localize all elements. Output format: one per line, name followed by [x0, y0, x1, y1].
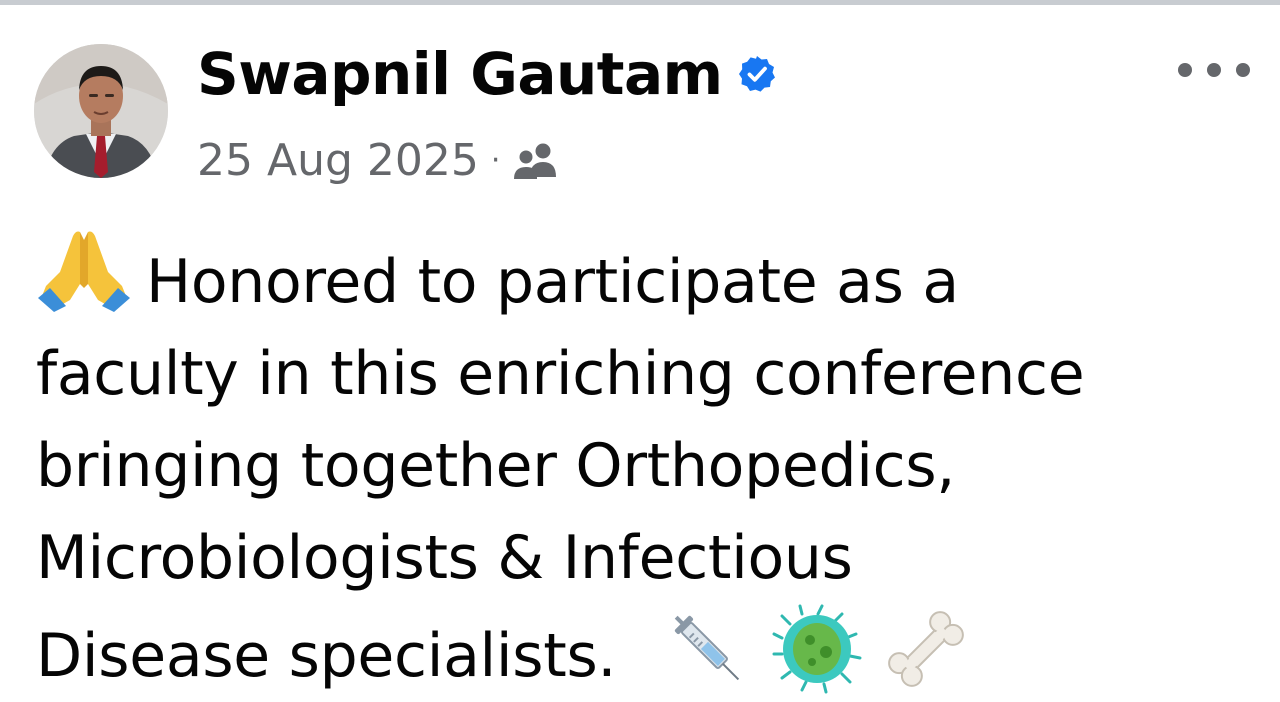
post-line: Microbiologists & Infectious	[36, 523, 853, 593]
more-options-icon[interactable]	[1178, 52, 1250, 88]
post-meta-row: 25 Aug 2025 ·	[197, 130, 564, 192]
post-body: Honored to participate as a faculty in t…	[36, 226, 1266, 702]
post-line: bringing together Orthopedics,	[36, 431, 956, 501]
author-name[interactable]: Swapnil Gautam	[197, 38, 723, 110]
more-dot	[1207, 63, 1221, 77]
syringe-icon	[674, 615, 740, 681]
post-header-name-row: Swapnil Gautam	[197, 38, 777, 110]
microbe-icon	[772, 604, 862, 694]
post-line: Honored to participate as a	[36, 226, 1266, 328]
bone-icon	[887, 611, 964, 687]
friends-audience-icon[interactable]	[512, 141, 564, 181]
profile-photo-icon	[34, 44, 168, 178]
avatar[interactable]	[34, 44, 168, 178]
post-line: faculty in this enriching conference	[36, 339, 1085, 409]
folded-hands-icon	[38, 231, 130, 312]
more-dot	[1178, 63, 1192, 77]
top-divider	[0, 0, 1280, 5]
more-dot	[1236, 63, 1250, 77]
meta-separator: ·	[490, 143, 501, 178]
post-date[interactable]: 25 Aug 2025	[197, 130, 479, 192]
verified-badge-icon	[738, 56, 775, 92]
post-line: Disease specialists.	[36, 604, 1266, 702]
